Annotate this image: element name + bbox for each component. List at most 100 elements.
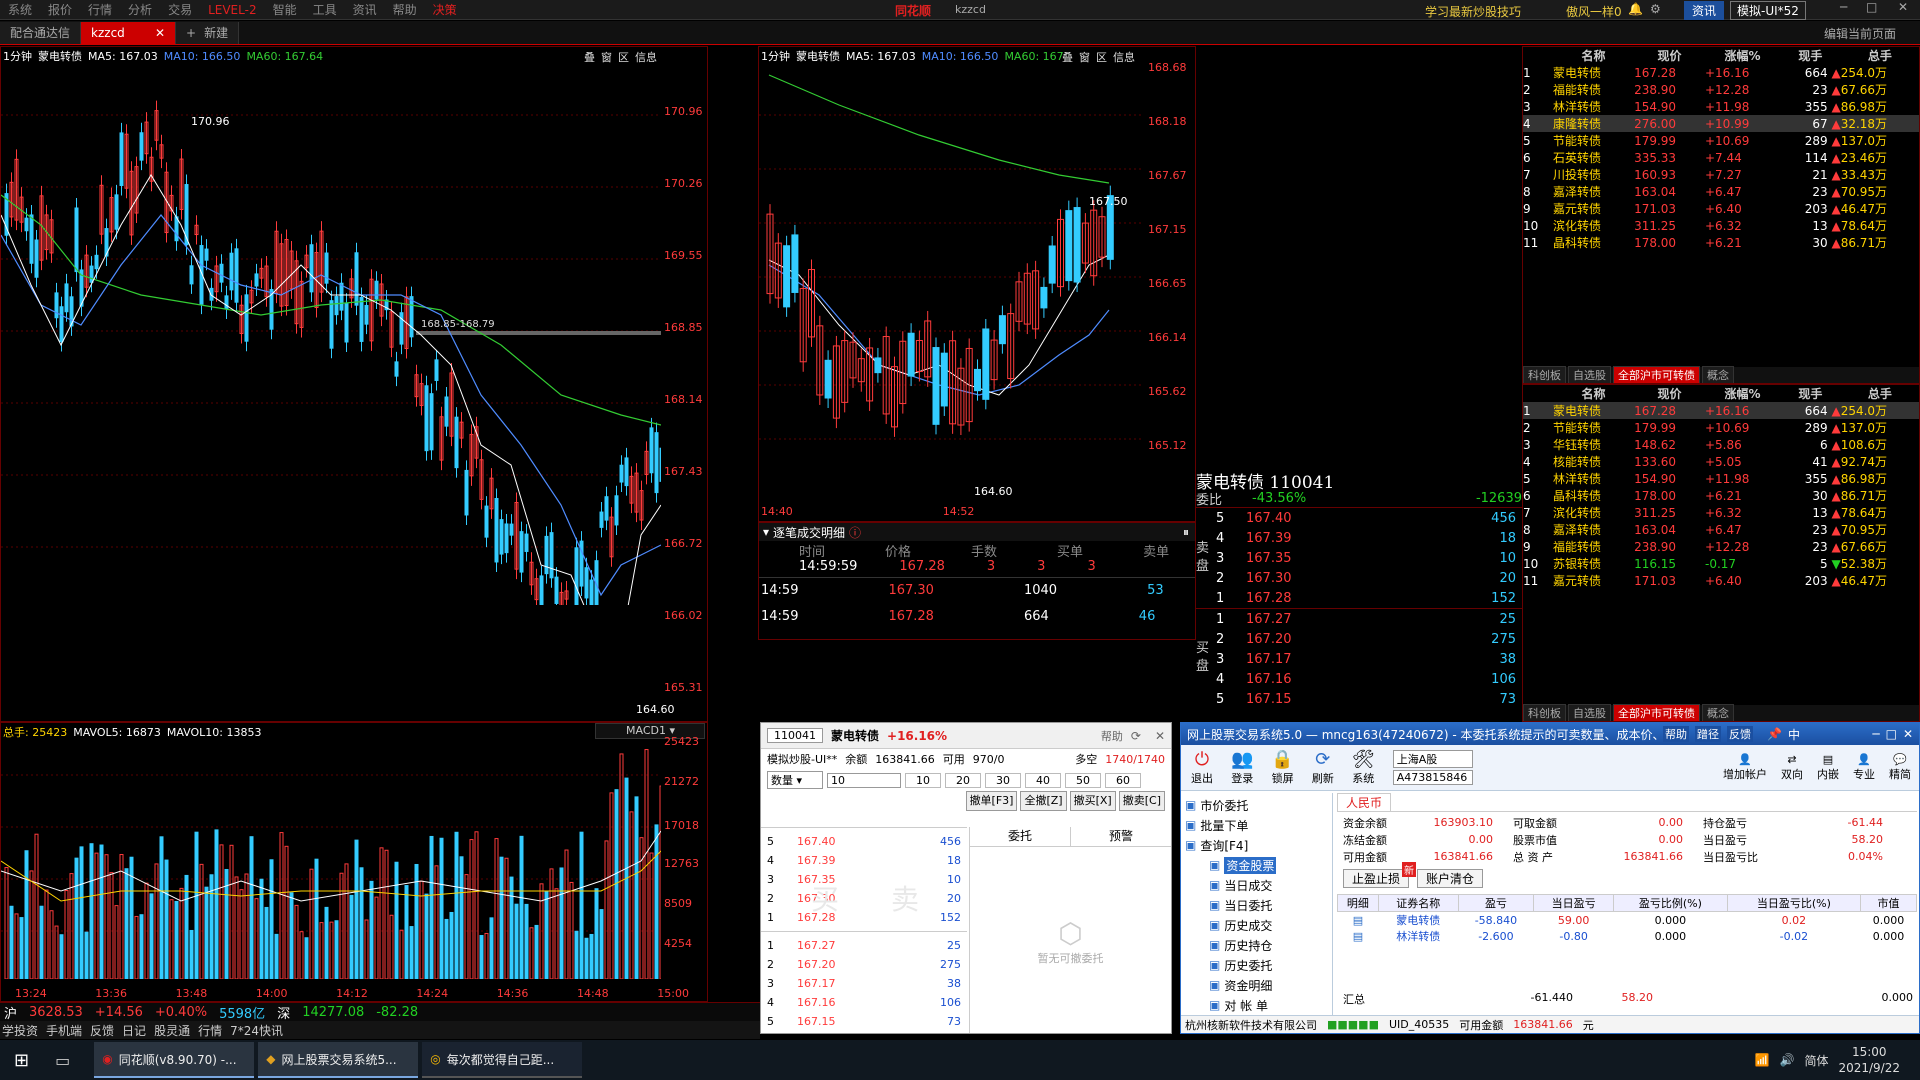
kline-chart-main[interactable]: 1分钟 蒙电转债 MA5: 167.03 MA10: 166.50 MA60: … [0, 46, 708, 722]
embed-button[interactable]: ▤ 内嵌 [1817, 753, 1839, 782]
col-pl[interactable]: 盈亏 [1457, 894, 1535, 912]
ranking-row[interactable]: 6 晶科转债 178.00 +6.21 30 ▲ 86.71万 [1523, 487, 1919, 504]
kline-chart-zoom[interactable]: 1分钟 蒙电转债 MA5: 167.03 MA10: 166.50 MA60: … [758, 46, 1196, 522]
mobile-tab[interactable]: 手机端 [46, 1022, 82, 1039]
col-mv[interactable]: 市值 [1860, 894, 1917, 912]
cancel-order-button[interactable]: 撤单[F3] [965, 791, 1018, 811]
col-price[interactable]: 现价 [1634, 385, 1705, 402]
ranking-row[interactable]: 4 康隆转债 276.00 +10.99 67 ▲ 32.18万 [1523, 115, 1919, 132]
tab-warning[interactable]: 预警 [1070, 827, 1171, 846]
help-button[interactable]: 帮助 [1663, 726, 1689, 742]
tree-item[interactable]: ▣ 历史成交 [1185, 915, 1332, 935]
menu-quote[interactable]: 报价 [40, 1, 80, 18]
ranking-row[interactable]: 4 核能转债 133.60 +5.05 41 ▲ 92.74万 [1523, 453, 1919, 470]
tab-concept[interactable]: 概念 [1702, 704, 1734, 721]
taskbar-ths[interactable]: ◉ 同花顺(v8.90.70) -... [94, 1042, 255, 1078]
tab-kzzcd[interactable]: kzzcd ✕ [81, 21, 177, 44]
ranking-row[interactable]: 9 嘉元转债 171.03 +6.40 203 ▲ 46.47万 [1523, 200, 1919, 217]
order-book-level[interactable]: 4 167.39 18 [761, 851, 967, 870]
menu-smart[interactable]: 智能 [265, 1, 305, 18]
ime-indicator[interactable]: 简体 [1804, 1052, 1828, 1069]
ranking-row[interactable]: 5 节能转债 179.99 +10.69 289 ▲ 137.0万 [1523, 132, 1919, 149]
order-book-level[interactable]: 1 167.27 25 [761, 936, 967, 955]
tree-item[interactable]: ▣ 资金明细 [1185, 975, 1332, 995]
tab-tdx[interactable]: 配合通达信 [0, 21, 82, 44]
ranking-row[interactable]: 5 林洋转债 154.90 +11.98 355 ▲ 86.98万 [1523, 470, 1919, 487]
gear-icon[interactable]: ⚙ [1650, 2, 1661, 16]
account-select[interactable]: 模拟-UI*52 [1730, 1, 1806, 20]
ranking-row[interactable]: 1 蒙电转债 167.28 +16.16 664 ▲ 254.0万 [1523, 402, 1919, 419]
period-label[interactable]: 1分钟 [761, 48, 790, 64]
qty-type-select[interactable]: 数量 ▾ [767, 771, 823, 789]
ime-indicator[interactable]: 中 [1788, 726, 1800, 743]
system-button[interactable]: 🛠 系统 [1352, 749, 1375, 786]
minimize-icon[interactable]: ─ [1840, 0, 1847, 14]
tree-item[interactable]: ▣ 市价委托 [1185, 795, 1332, 815]
period-label[interactable]: 1分钟 [3, 48, 32, 64]
news-flash-tab[interactable]: 7*24快讯 [230, 1022, 283, 1039]
order-book-level[interactable]: 4 167.39 18 [1196, 528, 1522, 548]
tree-item[interactable]: ▣ 查询[F4] [1185, 835, 1332, 855]
ranking-row[interactable]: 3 林洋转债 154.90 +11.98 355 ▲ 86.98万 [1523, 98, 1919, 115]
menu-market[interactable]: 行情 [80, 1, 120, 18]
volume-icon[interactable]: 🔊 [1780, 1053, 1795, 1067]
tab-watchlist[interactable]: 自选股 [1568, 366, 1611, 383]
range-button[interactable]: 区 [618, 49, 629, 65]
lock-button[interactable]: 🔒 锁屏 [1271, 749, 1293, 786]
qty-preset-button[interactable]: 40 [1025, 772, 1061, 788]
col-price[interactable]: 现价 [1634, 47, 1705, 64]
learn-link[interactable]: 学习最新炒股技巧 [1425, 3, 1521, 20]
maximize-icon[interactable]: □ [1866, 0, 1877, 14]
maximize-icon[interactable]: □ [1886, 727, 1897, 741]
login-button[interactable]: 👥 登录 [1231, 749, 1253, 786]
refresh-icon[interactable]: ⟳ [1131, 729, 1141, 743]
ranking-row[interactable]: 1 蒙电转债 167.28 +16.16 664 ▲ 254.0万 [1523, 64, 1919, 81]
menu-analysis[interactable]: 分析 [120, 1, 160, 18]
menu-tools[interactable]: 工具 [305, 1, 345, 18]
tree-item[interactable]: ▣ 历史委托 [1185, 955, 1332, 975]
ranking-row[interactable]: 2 节能转债 179.99 +10.69 289 ▲ 137.0万 [1523, 419, 1919, 436]
info-button[interactable]: 信息 [635, 49, 657, 65]
ranking-row[interactable]: 3 华钰转债 148.62 +5.86 6 ▲ 108.6万 [1523, 436, 1919, 453]
volume-chart[interactable]: 总手: 25423 MAVOL5: 16873 MAVOL10: 13853 M… [0, 722, 708, 1002]
ranking-row[interactable]: 9 福能转债 238.90 +12.28 23 ▲ 67.66万 [1523, 538, 1919, 555]
tree-item[interactable]: ▣ 当日成交 [1185, 875, 1332, 895]
tab-sh-cb[interactable]: 全部沪市可转债 [1613, 704, 1700, 721]
tree-item[interactable]: ▣ 历史持仓 [1185, 935, 1332, 955]
quote-tab[interactable]: 行情 [198, 1022, 222, 1039]
tree-item[interactable]: ▣ 资金股票 [1185, 855, 1332, 875]
col-pl-ratio[interactable]: 盈亏比例(%) [1613, 894, 1728, 912]
ranking-row[interactable]: 10 滨化转债 311.25 +6.32 13 ▲ 78.64万 [1523, 217, 1919, 234]
cancel-sell-button[interactable]: 撤卖[C] [1118, 791, 1165, 811]
order-book-level[interactable]: 2 167.30 20 [1196, 568, 1522, 588]
ranking-row[interactable]: 11 嘉元转债 171.03 +6.40 203 ▲ 46.47万 [1523, 572, 1919, 589]
minimize-icon[interactable]: ─ [1872, 727, 1879, 741]
exit-button[interactable]: ⏻ 退出 [1191, 749, 1213, 786]
ranking-row[interactable]: 6 石英转债 335.33 +7.44 114 ▲ 23.46万 [1523, 149, 1919, 166]
order-book-level[interactable]: 2 167.20 275 [761, 955, 967, 974]
pro-button[interactable]: 👤 专业 [1853, 753, 1875, 782]
close-icon[interactable]: ✕ [1155, 729, 1165, 743]
col-pct[interactable]: 涨幅% [1705, 47, 1780, 64]
col-name[interactable]: 证券名称 [1377, 894, 1459, 912]
overlay-button[interactable]: 叠 [584, 49, 595, 65]
edit-page-link[interactable]: 编辑当前页面 [1824, 25, 1896, 42]
task-view-icon[interactable]: ▭ [55, 1051, 70, 1070]
position-row[interactable]: ▤ 蒙电转债 -58.840 59.00 0.000 0.02 0.000 [1338, 912, 1917, 929]
overlay-button[interactable]: 叠 [1062, 49, 1073, 65]
menu-news[interactable]: 资讯 [345, 1, 385, 18]
ranking-row[interactable]: 7 滨化转债 311.25 +6.32 13 ▲ 78.64万 [1523, 504, 1919, 521]
col-day-ratio[interactable]: 当日盈亏比(%) [1726, 894, 1862, 912]
ranking-row[interactable]: 8 嘉泽转债 163.04 +6.47 23 ▲ 70.95万 [1523, 521, 1919, 538]
diary-tab[interactable]: 日记 [122, 1022, 146, 1039]
account-select[interactable]: A473815846 [1392, 770, 1473, 785]
order-book-level[interactable]: 5 167.40 456 [761, 832, 967, 851]
col-pct[interactable]: 涨幅% [1705, 385, 1780, 402]
order-book-level[interactable]: 1 167.27 25 [1196, 609, 1522, 629]
order-book-level[interactable]: 4 167.16 106 [1196, 669, 1522, 689]
order-book-level[interactable]: 1 167.28 152 [1196, 588, 1522, 608]
stock-code-input[interactable]: 110041 [767, 728, 823, 743]
help-link[interactable]: 帮助 [1101, 728, 1123, 744]
menu-level2[interactable]: LEVEL-2 [200, 3, 265, 17]
order-book-level[interactable]: 3 167.17 38 [1196, 649, 1522, 669]
